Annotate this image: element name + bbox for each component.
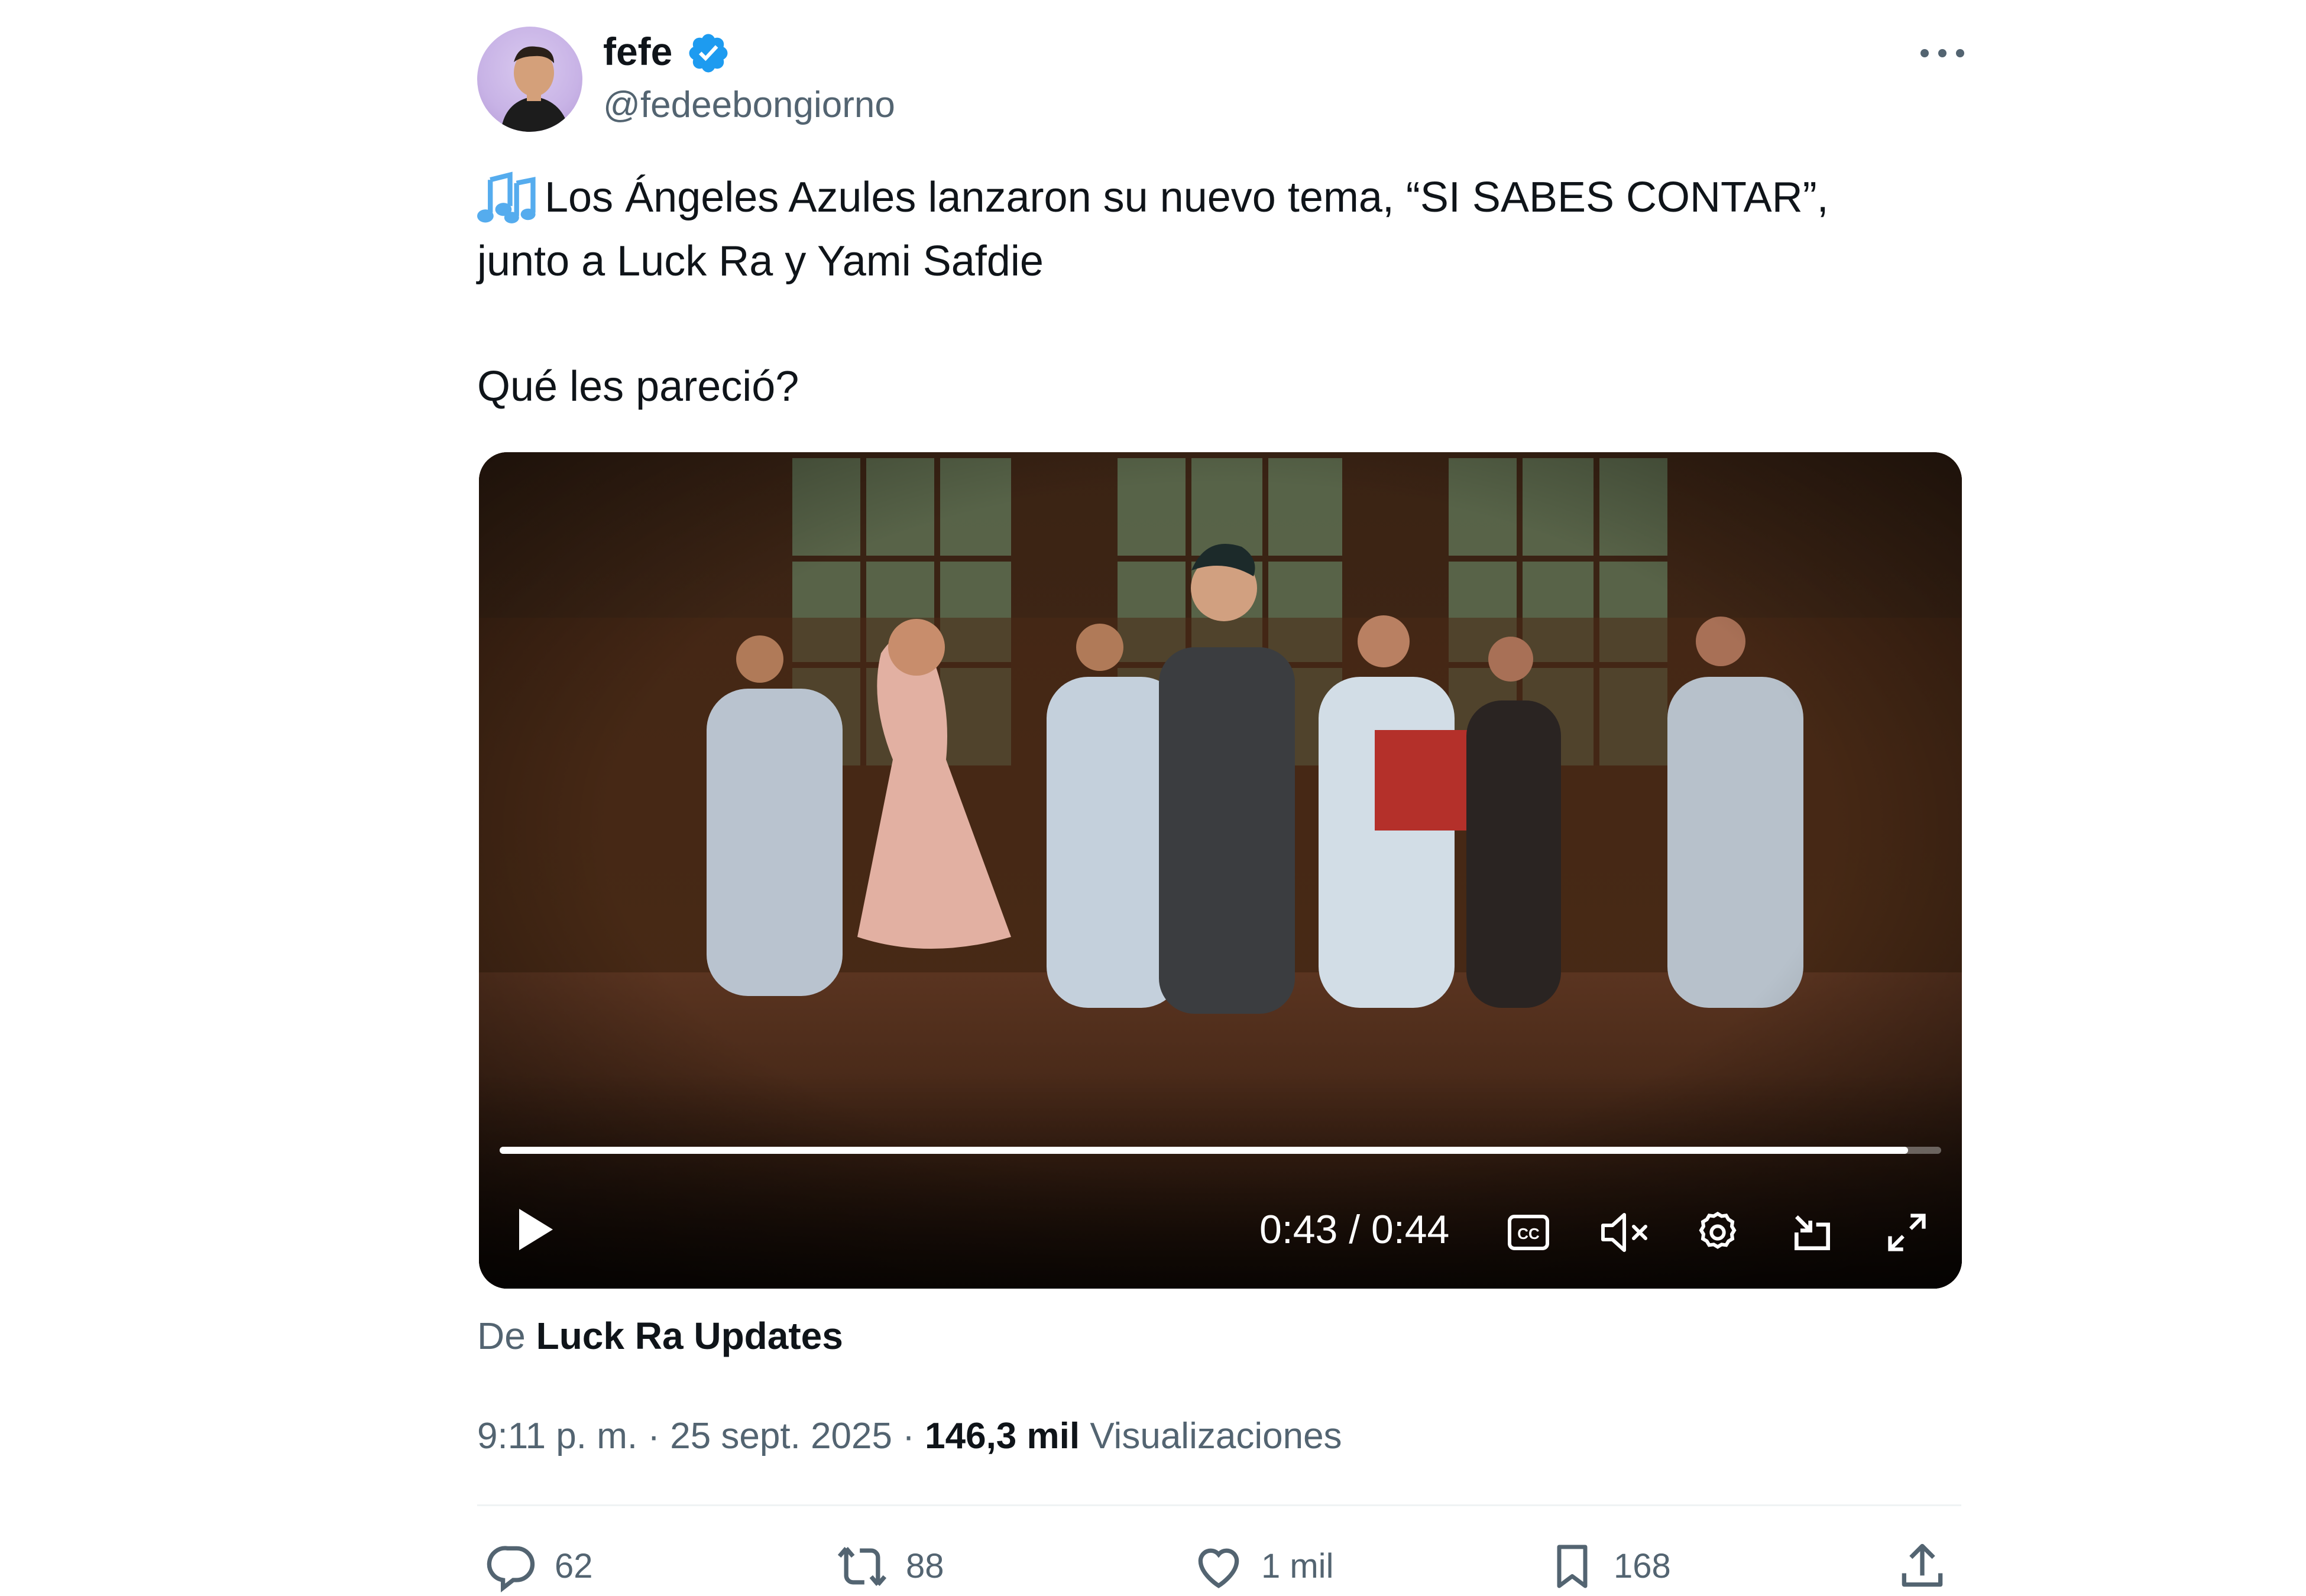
- meta-separator: ·: [647, 1416, 660, 1456]
- tweet-time[interactable]: 9:11 p. m.: [477, 1416, 637, 1456]
- display-name[interactable]: fefe: [603, 25, 672, 78]
- meta-separator-2: ·: [902, 1416, 915, 1456]
- tweet-line-3: Qué les pareció?: [477, 363, 799, 410]
- reply-icon: [487, 1546, 535, 1592]
- tweet-date[interactable]: 25 sept. 2025: [670, 1416, 892, 1456]
- tweet-meta: 9:11 p. m. · 25 sept. 2025 · 146,3 mil V…: [477, 1410, 1342, 1463]
- source-prefix: De: [477, 1315, 526, 1357]
- handle[interactable]: @fedeebongiorno: [603, 79, 895, 132]
- bookmark-icon: [1557, 1545, 1588, 1588]
- more-options-icon[interactable]: [1910, 33, 1975, 74]
- fullscreen-icon[interactable]: [1877, 1203, 1936, 1262]
- avatar[interactable]: [477, 27, 582, 132]
- picture-in-picture-icon[interactable]: [1783, 1203, 1842, 1262]
- play-icon[interactable]: [506, 1200, 565, 1259]
- video-source: De Luck Ra Updates: [477, 1309, 843, 1363]
- divider: [477, 1504, 1961, 1506]
- repost-button[interactable]: 88: [834, 1537, 944, 1596]
- reply-button[interactable]: 62: [485, 1537, 593, 1596]
- share-button[interactable]: [1895, 1537, 1949, 1596]
- mute-icon[interactable]: [1594, 1203, 1659, 1262]
- reply-count: 62: [555, 1547, 593, 1585]
- repost-count: 88: [906, 1547, 944, 1585]
- like-count: 1 mil: [1261, 1547, 1334, 1585]
- bookmark-button[interactable]: 168: [1546, 1537, 1671, 1596]
- video-progress-bar[interactable]: [500, 1147, 1941, 1154]
- bookmark-count: 168: [1614, 1547, 1671, 1585]
- verified-badge-icon: [689, 34, 728, 73]
- video-player[interactable]: 0:43 / 0:44 CC: [479, 452, 1962, 1289]
- tweet-line-2: junto a Luck Ra y Yami Safdie: [477, 238, 1044, 285]
- views-label: Visualizaciones: [1090, 1416, 1342, 1456]
- repost-icon: [837, 1546, 887, 1587]
- svg-text:CC: CC: [1517, 1225, 1540, 1243]
- tweet-line-1: Los Ángeles Azules lanzaron su nuevo tem…: [545, 174, 1829, 221]
- video-progress-fill: [500, 1147, 1908, 1154]
- source-name-link[interactable]: Luck Ra Updates: [536, 1315, 843, 1357]
- video-frame: [479, 452, 1962, 1289]
- views-count: 146,3 mil: [925, 1416, 1080, 1456]
- video-time: 0:43 / 0:44: [1259, 1207, 1450, 1252]
- settings-icon[interactable]: [1688, 1203, 1747, 1262]
- tweet-text: Los Ángeles Azules lanzaron su nuevo tem…: [477, 166, 1973, 419]
- share-icon: [1902, 1543, 1943, 1587]
- music-notes-emoji-icon: [477, 171, 536, 223]
- closed-captions-icon[interactable]: CC: [1499, 1203, 1558, 1262]
- heart-icon: [1198, 1548, 1239, 1588]
- like-button[interactable]: 1 mil: [1191, 1537, 1333, 1596]
